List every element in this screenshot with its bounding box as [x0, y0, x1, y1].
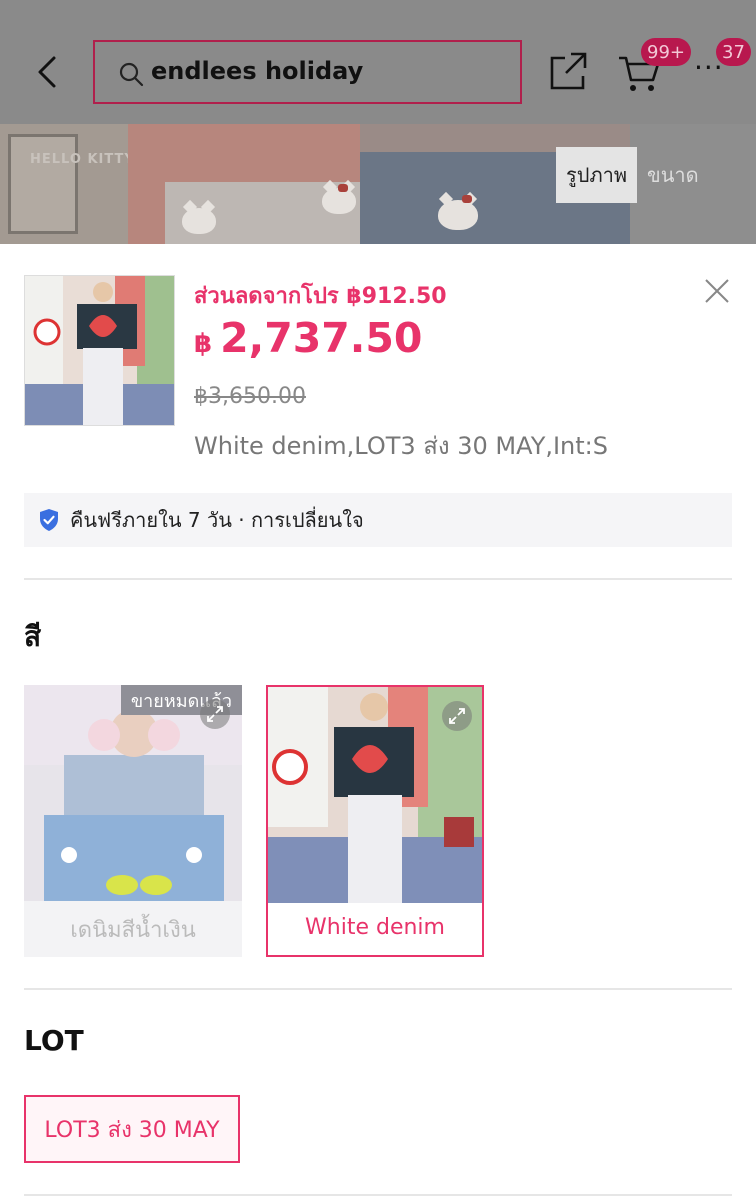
- top-overlay-area[interactable]: HELLO KITTY รูปภาพ ขนาด endlees holiday: [0, 0, 756, 244]
- current-price: ฿ 2,737.50: [194, 314, 422, 362]
- selected-variant-text: White denim,LOT3 ส่ง 30 MAY,Int:S: [194, 432, 608, 460]
- color-section-title: สี: [24, 620, 42, 653]
- shield-check-icon: [40, 509, 58, 531]
- search-bar[interactable]: endlees holiday: [93, 40, 522, 104]
- color-option-label: White denim: [305, 914, 445, 940]
- share-icon[interactable]: [549, 50, 589, 92]
- cart-count-badge: 99+: [641, 38, 691, 66]
- lot-section-title: LOT: [24, 1024, 84, 1057]
- return-guarantee-text: คืนฟรีภายใน 7 วัน · การเปลี่ยนใจ: [70, 508, 364, 532]
- close-icon[interactable]: [703, 277, 731, 305]
- kitty-print-icon: [182, 208, 216, 234]
- product-thumbnail[interactable]: [24, 275, 175, 426]
- notification-count-badge: 37: [716, 38, 751, 66]
- search-icon: [119, 62, 144, 87]
- promo-discount-text: ส่วนลดจากโปร ฿912.50: [194, 284, 447, 309]
- return-guarantee-banner[interactable]: คืนฟรีภายใน 7 วัน · การเปลี่ยนใจ: [24, 493, 732, 547]
- expand-icon[interactable]: [442, 701, 472, 731]
- tab-size[interactable]: ขนาด: [637, 147, 709, 203]
- variant-selector-sheet: ส่วนลดจากโปร ฿912.50 ฿ 2,737.50 ฿3,650.00…: [0, 244, 756, 1200]
- color-option-white-denim[interactable]: White denim: [266, 685, 484, 957]
- back-arrow-icon[interactable]: [30, 52, 66, 92]
- picture-frame-image: [8, 134, 78, 234]
- kitty-print-icon: [438, 200, 478, 230]
- tab-photos[interactable]: รูปภาพ: [556, 147, 638, 203]
- divider: [24, 1194, 732, 1196]
- search-query-text[interactable]: endlees holiday: [151, 57, 363, 85]
- original-price: ฿3,650.00: [194, 384, 306, 409]
- lot-option-lot3[interactable]: LOT3 ส่ง 30 MAY: [24, 1095, 240, 1163]
- divider: [24, 578, 732, 580]
- divider: [24, 988, 732, 990]
- price-amount: 2,737.50: [220, 314, 423, 362]
- expand-icon[interactable]: [200, 699, 230, 729]
- color-option-label: เดนิมสีน้ำเงิน: [70, 917, 196, 943]
- brand-logo: HELLO KITTY: [30, 152, 135, 167]
- color-option-blue-denim[interactable]: ขายหมดแล้ว เดนิมสีน้ำเงิน: [24, 685, 242, 957]
- kitty-print-icon: [322, 188, 356, 214]
- media-tab-switch: รูปภาพ ขนาด: [556, 147, 709, 203]
- currency-symbol: ฿: [194, 329, 213, 359]
